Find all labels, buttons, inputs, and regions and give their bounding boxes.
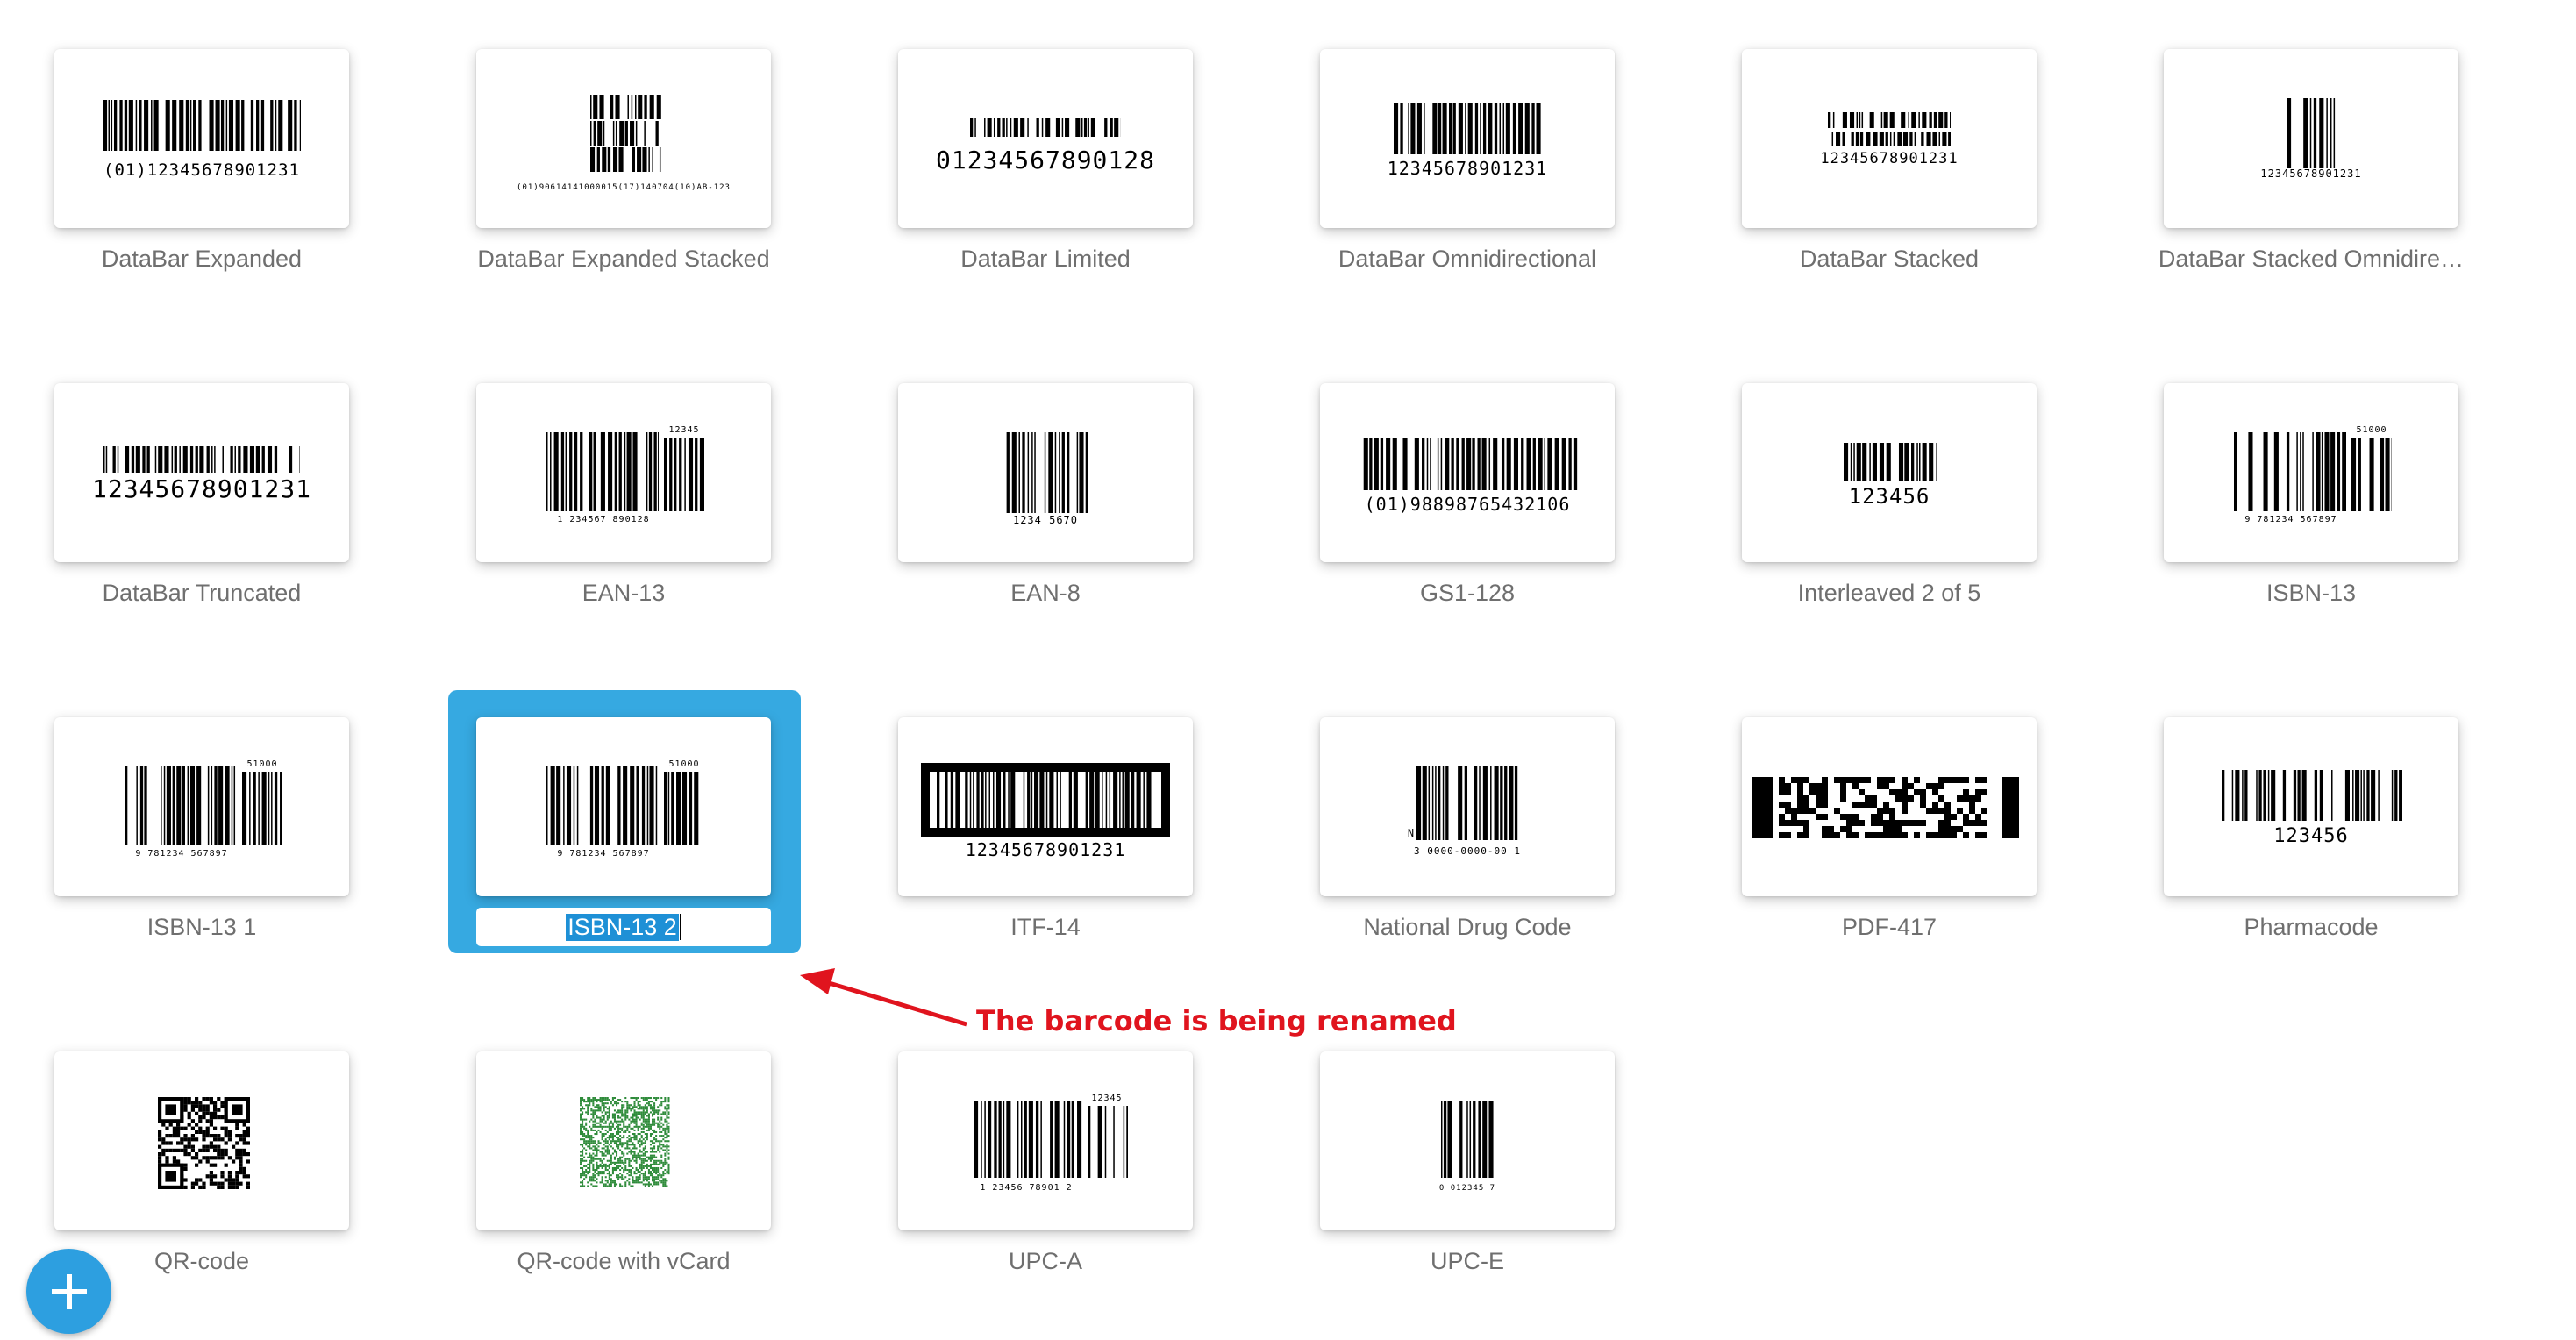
plus-icon: [51, 1273, 87, 1309]
annotation-text: The barcode is being renamed: [976, 1004, 1457, 1037]
annotation-arrow-line: [825, 980, 967, 1027]
add-barcode-button[interactable]: [26, 1249, 111, 1334]
annotation-arrow: [800, 968, 967, 1027]
annotation-arrow-head: [800, 968, 835, 994]
